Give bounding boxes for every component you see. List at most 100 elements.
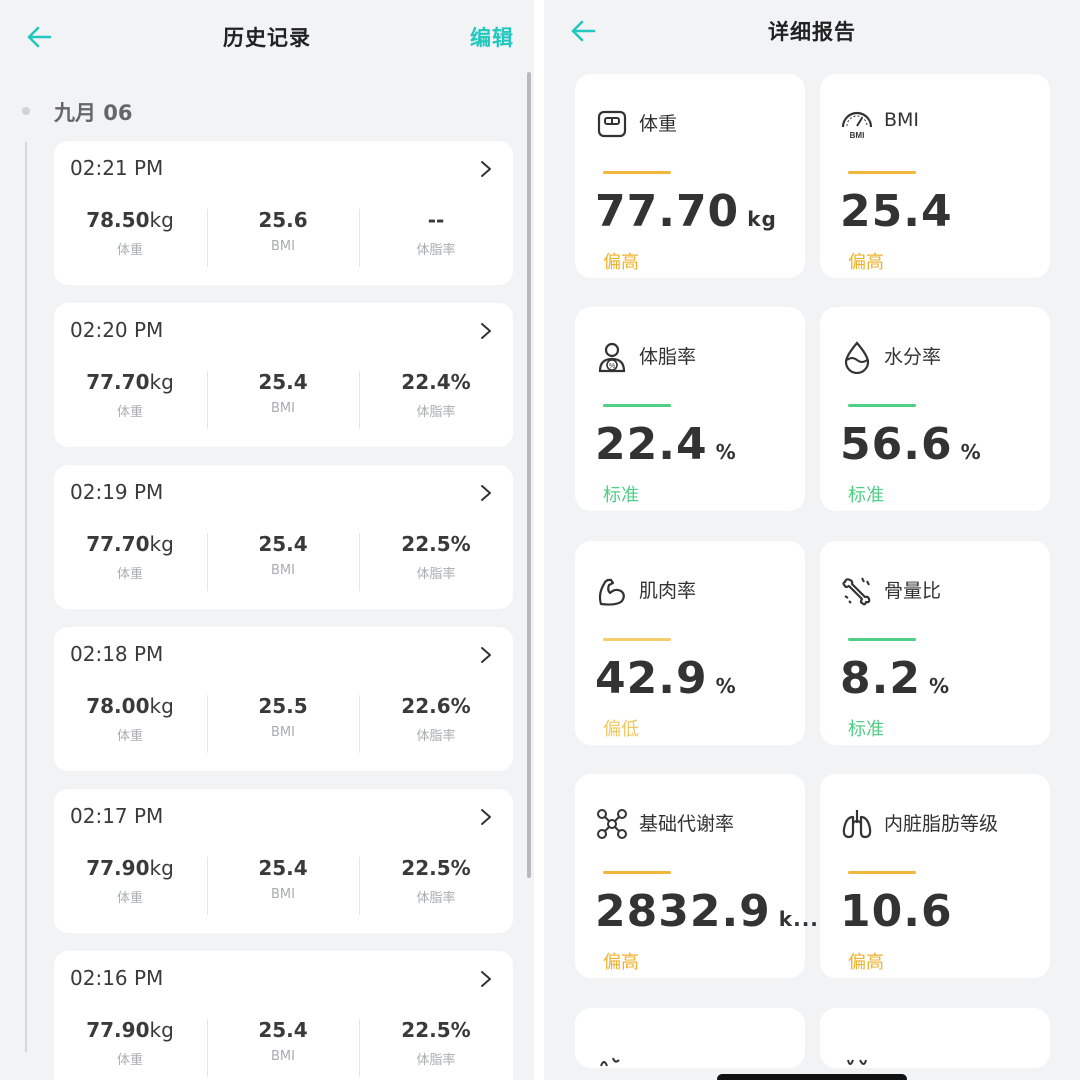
metric-unit: k... xyxy=(778,907,819,931)
edit-button[interactable]: 编辑 xyxy=(470,22,514,52)
fat-label: 体脂率 xyxy=(416,1053,456,1068)
metric-value: 25.4 xyxy=(840,186,953,237)
bmi-label: BMI xyxy=(271,725,295,740)
metric-value-line: 42.9% xyxy=(595,653,737,704)
weight-value: 77.90 xyxy=(86,1018,150,1042)
metric-card[interactable]: 体重 77.70 kg 偏高 xyxy=(575,74,805,278)
metric-card[interactable]: % 体脂率 22.4% 标准 xyxy=(575,307,805,511)
weight-unit: kg xyxy=(149,532,174,556)
water-drop-icon xyxy=(844,341,870,374)
weight-stat: 78.50kg 体重 xyxy=(54,207,206,258)
metric-card[interactable]: BMI BMI 25.4 偏高 xyxy=(820,74,1050,278)
back-arrow-icon[interactable] xyxy=(566,14,600,48)
bmi-label: BMI xyxy=(271,887,295,902)
date-label: 九月 06 xyxy=(54,101,133,125)
metric-status: 偏高 xyxy=(848,952,884,973)
bmi-label: BMI xyxy=(271,401,295,416)
history-record-card[interactable]: 02:18 PM 78.00kg 体重 25.5 BMI 22.6% 体脂率 xyxy=(54,627,513,771)
weight-label: 体重 xyxy=(116,243,143,258)
metric-value: 2832.9 xyxy=(595,886,771,937)
panel-divider xyxy=(534,0,544,1080)
weight-label: 体重 xyxy=(116,1053,143,1068)
metric-status: 标准 xyxy=(848,485,884,506)
metric-card[interactable]: 内脏脂肪等级 10.6 偏高 xyxy=(820,774,1050,978)
metric-name: 体脂率 xyxy=(639,346,697,368)
metric-name: BMI xyxy=(884,109,920,131)
weight-unit: kg xyxy=(149,1018,174,1042)
scrollbar[interactable] xyxy=(527,72,531,878)
weight-label: 体重 xyxy=(116,567,143,582)
lungs-organ-icon xyxy=(842,810,872,839)
history-record-card[interactable]: 02:21 PM 78.50kg 体重 25.6 BMI -- 体脂率 xyxy=(54,141,513,285)
metric-value-line: 10.6 xyxy=(840,886,953,937)
metric-name: 内脏脂肪等级 xyxy=(884,813,999,835)
metric-card[interactable]: 肌肉率 42.9% 偏低 xyxy=(575,541,805,745)
metric-level-bar xyxy=(603,171,671,174)
weight-stat: 78.00kg 体重 xyxy=(54,693,206,744)
bmi-label: BMI xyxy=(271,563,295,578)
chevron-right-icon xyxy=(481,323,491,339)
metric-card[interactable]: 基础代谢率 2832.9 k... 偏高 xyxy=(575,774,818,978)
metric-value-line: 8.2% xyxy=(840,653,950,704)
metric-level-bar xyxy=(603,871,671,874)
metric-card-partial[interactable] xyxy=(820,1008,1050,1068)
fat-stat: 22.4% 体脂率 xyxy=(360,369,512,420)
fat-stat: 22.6% 体脂率 xyxy=(360,693,512,744)
metric-unit: kg xyxy=(747,207,777,231)
weight-value: 77.70 xyxy=(86,370,150,394)
metric-status: 标准 xyxy=(603,485,639,506)
metric-unit: % xyxy=(715,674,737,698)
fat-label: 体脂率 xyxy=(416,567,456,582)
fat-value: 22.5% xyxy=(401,856,471,880)
fat-label: 体脂率 xyxy=(416,405,456,420)
weight-label: 体重 xyxy=(116,405,143,420)
metric-value-line: 2832.9 k... xyxy=(595,886,819,937)
timeline-dot xyxy=(22,107,30,115)
metric-status: 偏高 xyxy=(603,252,639,273)
chevron-right-icon xyxy=(481,485,491,501)
metric-value: 22.4 xyxy=(595,419,708,470)
fat-value: -- xyxy=(427,208,445,232)
bmi-stat: 25.4 BMI xyxy=(207,855,359,902)
metric-card-partial[interactable] xyxy=(575,1008,805,1068)
metric-card[interactable]: 水分率 56.6% 标准 xyxy=(820,307,1050,511)
gauge-bmi-icon: BMI xyxy=(841,111,873,140)
partial-icon xyxy=(600,1057,620,1067)
history-panel: 历史记录 编辑 九月 06 02:21 PM 78.50kg 体重 25.6 BMI --… xyxy=(0,0,534,1080)
metric-value: 56.6 xyxy=(840,419,953,470)
chevron-right-icon xyxy=(481,809,491,825)
metric-level-bar xyxy=(603,404,671,407)
weight-value: 78.50 xyxy=(86,208,150,232)
metric-name: 基础代谢率 xyxy=(639,813,735,835)
bmi-value: 25.4 xyxy=(258,1018,308,1042)
weight-stat: 77.90kg 体重 xyxy=(54,855,206,906)
svg-text:%: % xyxy=(609,363,615,370)
bmi-value: 25.4 xyxy=(258,856,308,880)
weight-value: 77.70 xyxy=(86,532,150,556)
weight-unit: kg xyxy=(149,370,174,394)
metric-status: 偏低 xyxy=(603,719,639,740)
history-record-card[interactable]: 02:17 PM 77.90kg 体重 25.4 BMI 22.5% 体脂率 xyxy=(54,789,513,933)
metric-card[interactable]: 骨量比 8.2% 标准 xyxy=(820,541,1050,745)
fat-stat: -- 体脂率 xyxy=(360,207,512,258)
weight-value: 77.90 xyxy=(86,856,150,880)
metric-status: 标准 xyxy=(848,719,884,740)
page-title: 历史记录 xyxy=(223,26,311,50)
metabolism-molecule-icon xyxy=(597,809,627,839)
bmi-stat: 25.4 BMI xyxy=(207,369,359,416)
fat-stat: 22.5% 体脂率 xyxy=(360,1017,512,1068)
metric-level-bar xyxy=(603,638,671,641)
metric-value-line: 25.4 xyxy=(840,186,953,237)
fat-stat: 22.5% 体脂率 xyxy=(360,855,512,906)
bmi-stat: 25.4 BMI xyxy=(207,531,359,578)
metric-value: 42.9 xyxy=(595,653,708,704)
history-record-card[interactable]: 02:20 PM 77.70kg 体重 25.4 BMI 22.4% 体脂率 xyxy=(54,303,513,447)
bmi-stat: 25.4 BMI xyxy=(207,1017,359,1064)
history-record-card[interactable]: 02:16 PM 77.90kg 体重 25.4 BMI 22.5% 体脂率 xyxy=(54,951,513,1080)
report-panel: 详细报告 体重 77.70 kg 偏高 BMI BMI 25.4 偏高% 体脂率 22.4% 标准水… xyxy=(544,0,1080,1080)
record-time: 02:16 PM xyxy=(70,966,164,990)
bmi-label: BMI xyxy=(271,239,295,254)
history-record-card[interactable]: 02:19 PM 77.70kg 体重 25.4 BMI 22.5% 体脂率 xyxy=(54,465,513,609)
home-indicator[interactable] xyxy=(717,1074,907,1080)
record-time: 02:20 PM xyxy=(70,318,164,342)
